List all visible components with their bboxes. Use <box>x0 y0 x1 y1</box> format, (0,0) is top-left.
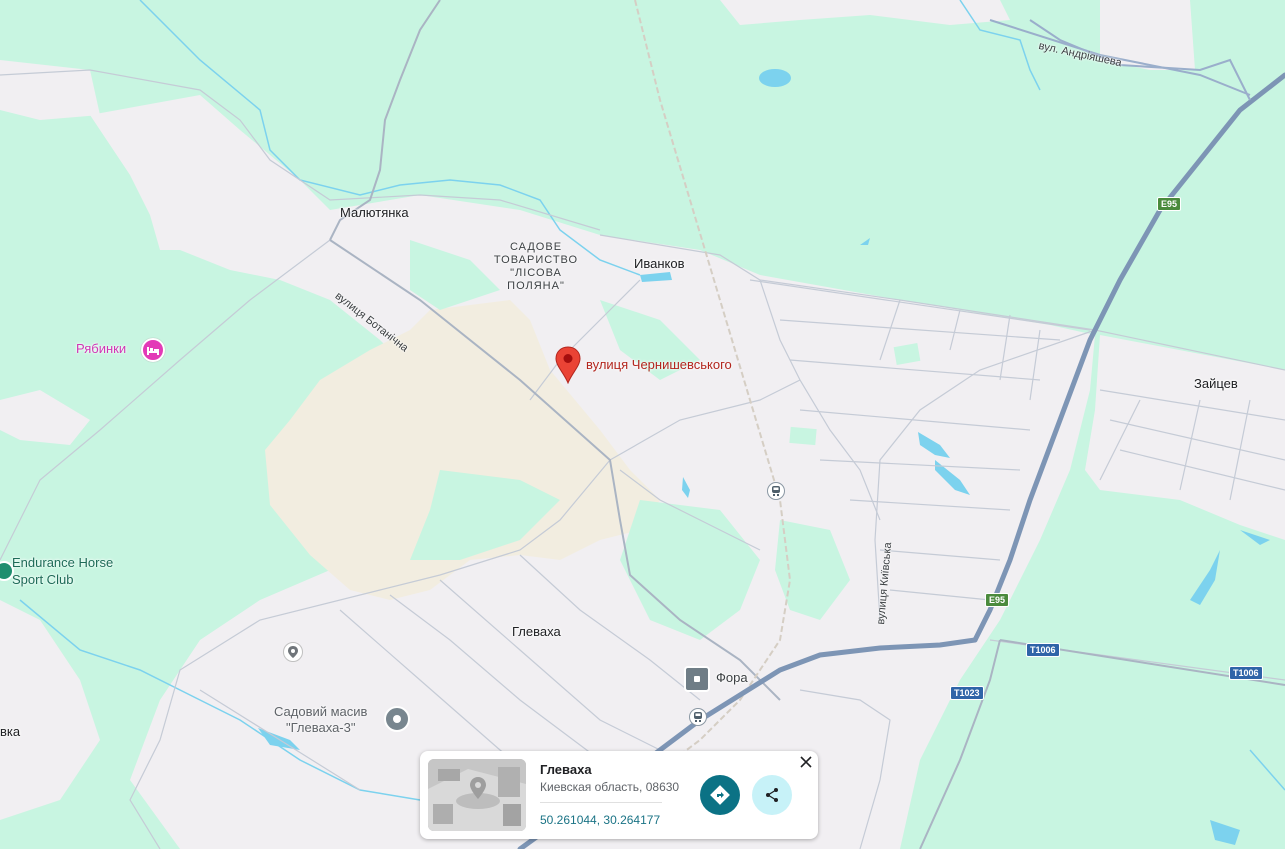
share-button[interactable] <box>752 775 792 815</box>
place-marker-icon[interactable] <box>283 642 303 662</box>
map-canvas[interactable] <box>0 0 1285 849</box>
poi-riabynky[interactable]: Рябинки <box>76 341 126 356</box>
store-icon[interactable] <box>684 666 710 692</box>
area-marker-icon[interactable] <box>384 706 410 732</box>
directions-button[interactable] <box>700 775 740 815</box>
garden-coop-label[interactable]: САДОВЕ ТОВАРИСТВО "ЛІСОВА ПОЛЯНА" <box>492 241 580 293</box>
train-station-icon[interactable] <box>767 482 785 500</box>
train-station-icon[interactable] <box>689 708 707 726</box>
directions-icon <box>710 785 730 805</box>
road-shield-t1006: T1006 <box>1026 643 1060 657</box>
poi-fora[interactable]: Фора <box>716 670 748 685</box>
place-info-card[interactable]: Глеваха Киевская область, 08630 50.26104… <box>420 751 818 839</box>
road-shield-t1006: T1006 <box>1229 666 1263 680</box>
place-label-hlevakha[interactable]: Глеваха <box>512 624 561 639</box>
hotel-icon[interactable] <box>141 338 165 362</box>
dropped-pin-icon[interactable] <box>555 346 581 384</box>
card-divider <box>540 802 662 803</box>
place-label-malyutianka[interactable]: Малютянка <box>340 205 409 220</box>
place-label-ivankov[interactable]: Иванков <box>634 256 684 271</box>
share-icon <box>766 788 778 802</box>
close-icon <box>800 756 812 768</box>
pin-label[interactable]: вулиця Чернишевського <box>586 357 732 372</box>
card-title: Глеваха <box>540 762 592 777</box>
close-button[interactable] <box>798 754 814 770</box>
place-label-zaitsev[interactable]: Зайцев <box>1194 376 1238 391</box>
road-shield-e95: E95 <box>985 593 1010 607</box>
place-label-vka[interactable]: вка <box>0 724 20 739</box>
road-shield-t1023: T1023 <box>950 686 984 700</box>
card-address: Киевская область, 08630 <box>540 780 680 794</box>
card-coordinates[interactable]: 50.261044, 30.264177 <box>540 813 660 827</box>
poi-endurance-horse[interactable]: Endurance Horse Sport Club <box>12 554 113 588</box>
road-shield-e95: E95 <box>1157 197 1182 211</box>
place-thumbnail[interactable] <box>428 759 526 831</box>
poi-sadovyi-masyv[interactable]: Садовий масив "Глеваха-3" <box>274 704 367 736</box>
